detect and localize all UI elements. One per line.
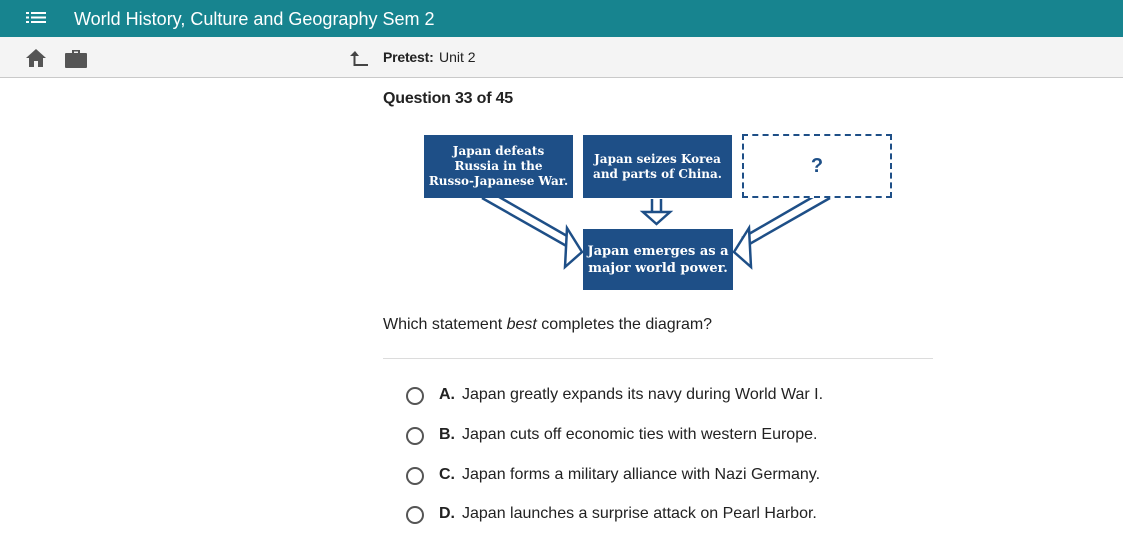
diagram-box-russo-japanese-war: Japan defeats Russia in the Russo-Japane… <box>424 135 573 198</box>
diagram-box-korea-china: Japan seizes Korea and parts of China. <box>583 135 732 198</box>
option-text: Japan forms a military alliance with Naz… <box>462 466 821 483</box>
divider <box>383 358 933 359</box>
diagram-text-line: Russia in the <box>454 159 543 173</box>
app-header: World History, Culture and Geography Sem… <box>0 0 1123 37</box>
diagram-text-line: Russo-Japanese War. <box>428 174 569 188</box>
activity-toolbar: Pretest: Unit 2 <box>0 37 1123 78</box>
home-icon[interactable] <box>25 48 47 68</box>
question-prompt: Which statement best completes the diagr… <box>383 316 712 334</box>
prompt-emphasis: best <box>506 316 537 333</box>
right-arrow-icon <box>732 192 831 270</box>
radio-button[interactable] <box>406 467 424 485</box>
option-text: Japan greatly expands its navy during Wo… <box>462 386 824 403</box>
left-arrow-icon <box>481 192 584 270</box>
option-text: Japan cuts off economic ties with wester… <box>462 426 818 443</box>
diagram-text-line: and parts of China. <box>593 166 722 181</box>
prompt-text-end: completes the diagram? <box>536 316 713 333</box>
question-mark: ? <box>810 154 824 177</box>
diagram-text-line: major world power. <box>588 260 728 276</box>
diagram-text-line: Japan emerges as a <box>587 243 729 259</box>
down-arrow-icon <box>639 199 674 226</box>
pretest-label: Pretest: <box>383 49 434 65</box>
option-letter: D. <box>439 505 455 522</box>
answer-option-b[interactable]: B. Japan cuts off economic ties with wes… <box>406 426 926 450</box>
pretest-unit: Unit 2 <box>439 49 476 65</box>
cause-effect-diagram: Japan defeats Russia in the Russo-Japane… <box>420 132 900 294</box>
diagram-box-result: Japan emerges as a major world power. <box>583 229 733 290</box>
question-counter: Question 33 of 45 <box>383 90 513 107</box>
radio-button[interactable] <box>406 506 424 524</box>
answer-option-c[interactable]: C. Japan forms a military alliance with … <box>406 466 926 490</box>
option-letter: C. <box>439 466 455 483</box>
diagram-text-line: Japan defeats <box>452 144 545 158</box>
radio-button[interactable] <box>406 387 424 405</box>
prompt-text: Which statement <box>383 316 507 333</box>
option-letter: A. <box>439 386 455 403</box>
diagram-box-missing: ? <box>742 134 892 198</box>
answer-option-d[interactable]: D. Japan launches a surprise attack on P… <box>406 505 926 529</box>
course-title: World History, Culture and Geography Sem… <box>74 9 435 29</box>
radio-button[interactable] <box>406 427 424 445</box>
answer-option-a[interactable]: A. Japan greatly expands its navy during… <box>406 386 926 410</box>
return-up-arrow-icon[interactable] <box>349 49 369 67</box>
list-menu-icon[interactable] <box>26 11 46 27</box>
option-text: Japan launches a surprise attack on Pear… <box>462 505 817 522</box>
diagram-text-line: Japan seizes Korea <box>594 151 721 166</box>
option-letter: B. <box>439 426 455 443</box>
briefcase-icon[interactable] <box>64 47 88 69</box>
